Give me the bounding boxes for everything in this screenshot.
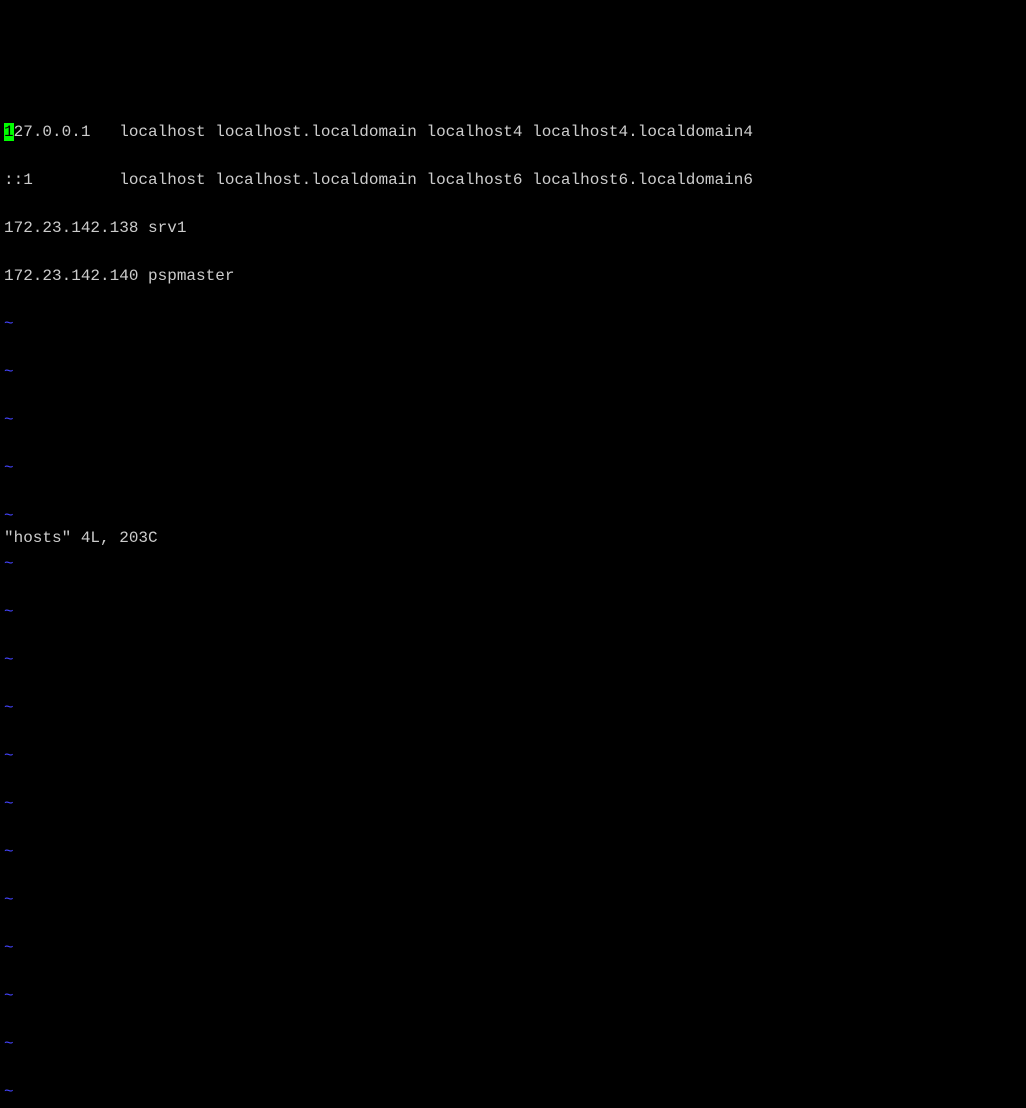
empty-line-marker: ~ — [4, 888, 1022, 912]
empty-line-marker: ~ — [4, 600, 1022, 624]
empty-line-marker: ~ — [4, 744, 1022, 768]
vim-editor[interactable]: 127.0.0.1 localhost localhost.localdomai… — [0, 96, 1026, 1108]
file-line-4: 172.23.142.140 pspmaster — [4, 264, 1022, 288]
file-line-2: ::1 localhost localhost.localdomain loca… — [4, 168, 1022, 192]
vim-status-line: "hosts" 4L, 203C — [4, 526, 158, 550]
line-1-text: 27.0.0.1 localhost localhost.localdomain… — [14, 123, 753, 141]
empty-line-marker: ~ — [4, 648, 1022, 672]
empty-line-marker: ~ — [4, 1032, 1022, 1056]
empty-line-marker: ~ — [4, 984, 1022, 1008]
file-line-1: 127.0.0.1 localhost localhost.localdomai… — [4, 120, 1022, 144]
empty-line-marker: ~ — [4, 696, 1022, 720]
empty-line-marker: ~ — [4, 840, 1022, 864]
empty-line-marker: ~ — [4, 456, 1022, 480]
empty-line-marker: ~ — [4, 504, 1022, 528]
cursor: 1 — [4, 123, 14, 141]
empty-line-marker: ~ — [4, 792, 1022, 816]
empty-line-marker: ~ — [4, 408, 1022, 432]
empty-line-marker: ~ — [4, 360, 1022, 384]
file-line-3: 172.23.142.138 srv1 — [4, 216, 1022, 240]
empty-line-marker: ~ — [4, 936, 1022, 960]
empty-line-marker: ~ — [4, 312, 1022, 336]
empty-line-marker: ~ — [4, 552, 1022, 576]
empty-line-marker: ~ — [4, 1080, 1022, 1104]
